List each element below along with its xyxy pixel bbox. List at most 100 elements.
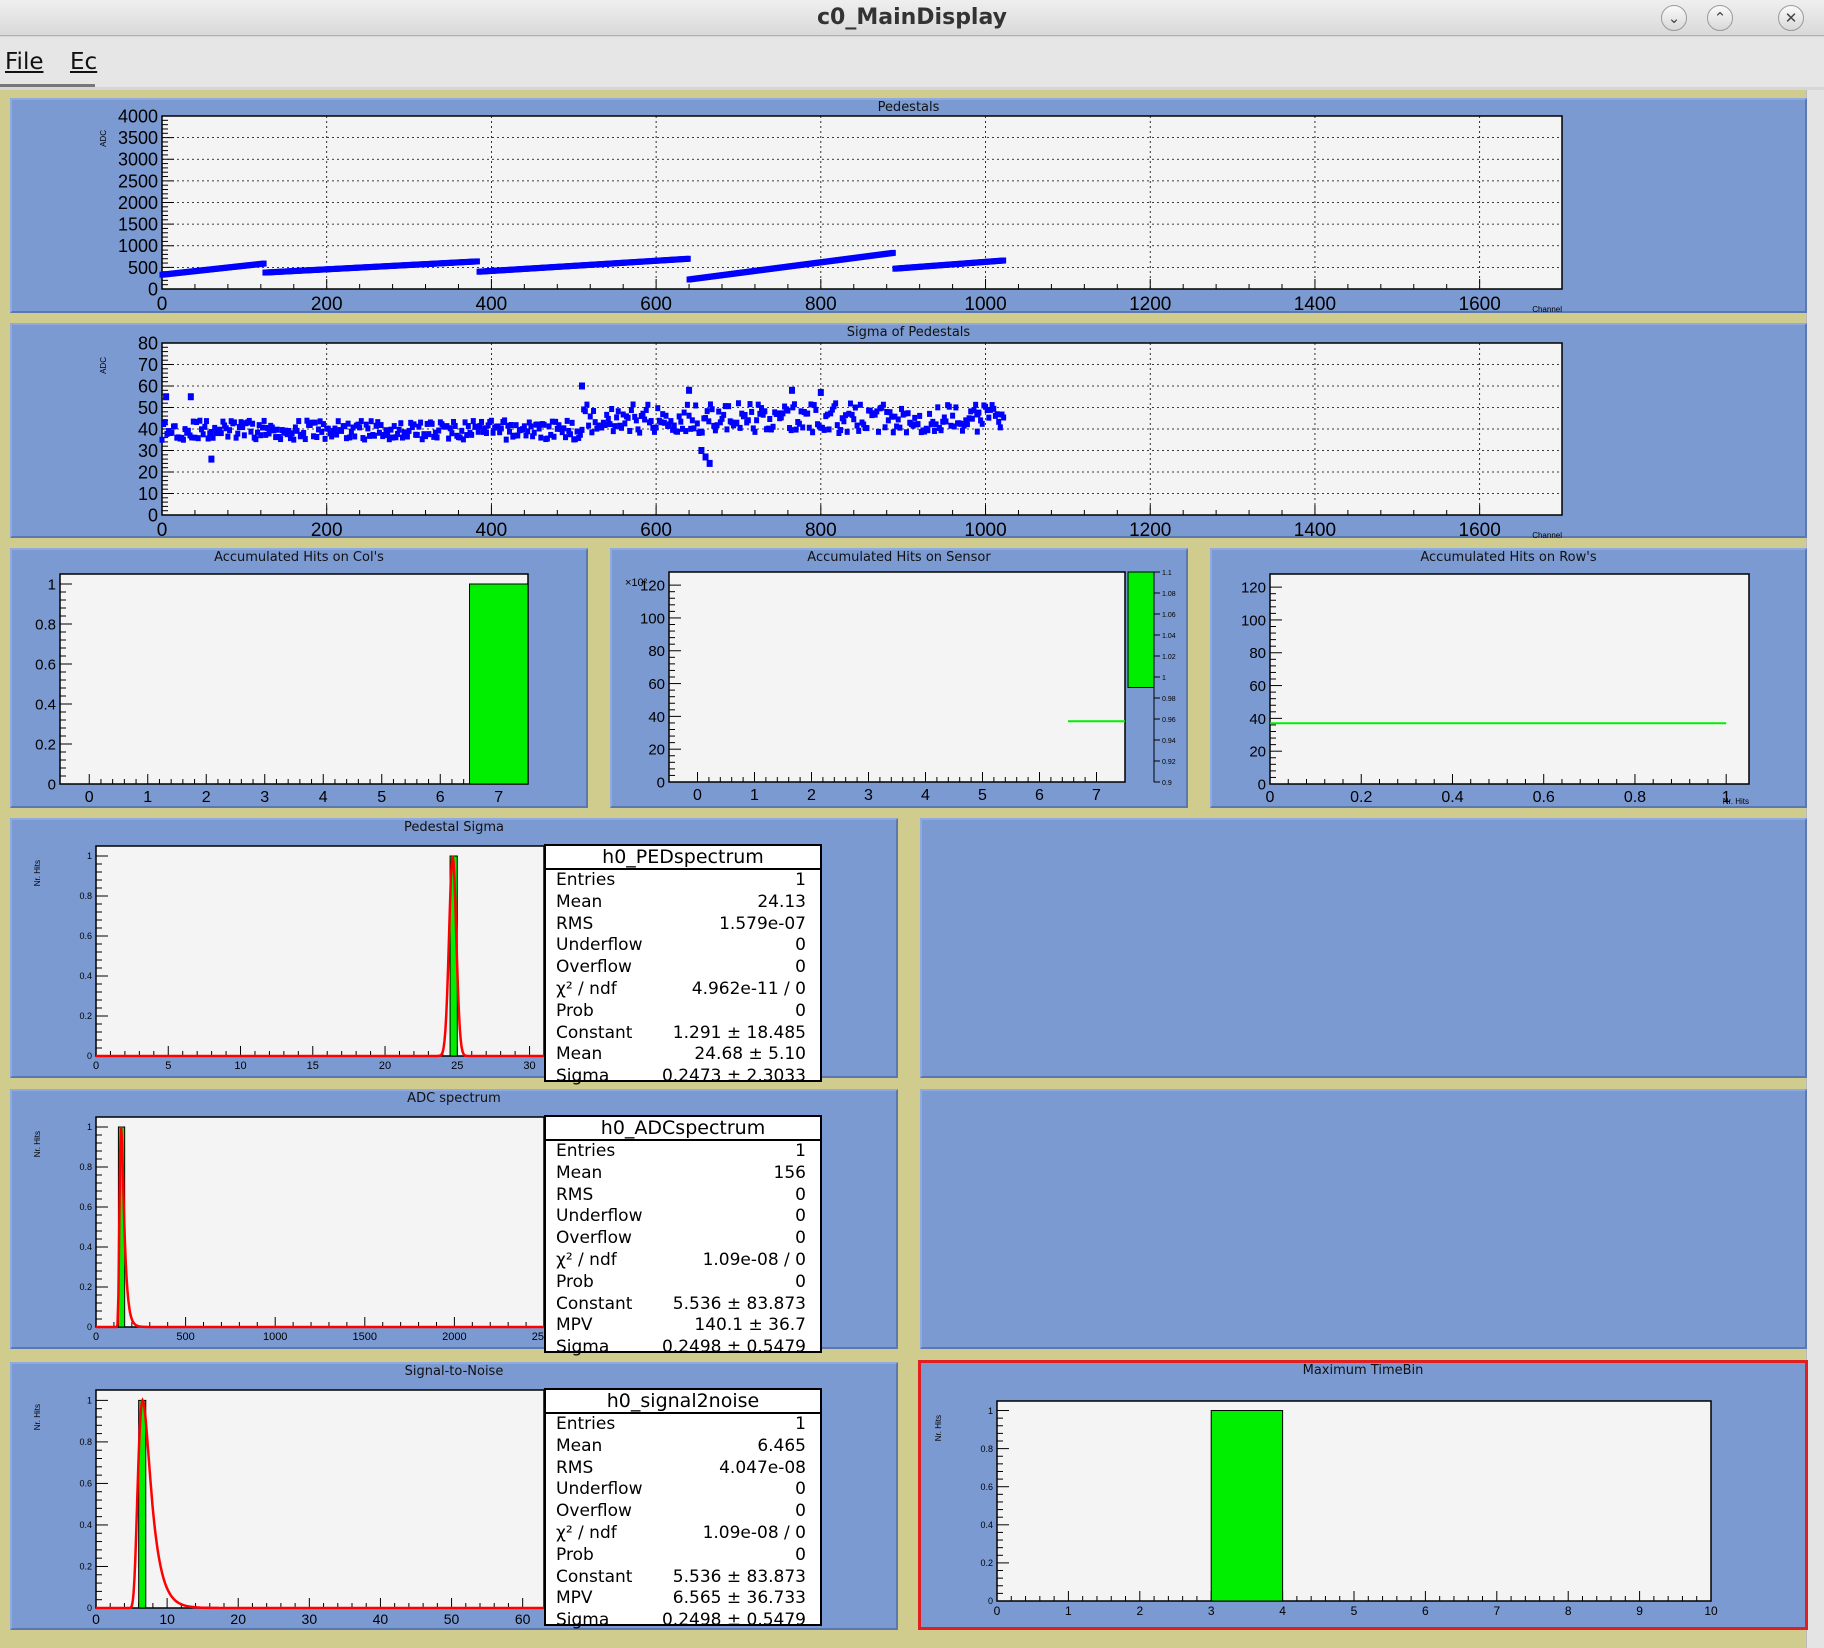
data-point xyxy=(564,417,570,424)
x-tick-label: 0 xyxy=(92,1611,100,1627)
stats-row: Constant 1.291 ± 18.485 xyxy=(546,1023,820,1045)
stats-value: 0 xyxy=(795,1184,806,1205)
data-point xyxy=(278,436,284,443)
data-point xyxy=(589,429,595,436)
data-point xyxy=(347,434,353,441)
data-point xyxy=(414,431,420,438)
stats-value: 0 xyxy=(795,1501,806,1522)
data-point xyxy=(368,418,374,425)
x-tick-label: 1500 xyxy=(353,1331,377,1343)
x-tick-label: 10 xyxy=(159,1611,175,1627)
data-point xyxy=(615,408,621,415)
chevron-up-icon[interactable]: ⌃ xyxy=(1707,5,1733,31)
y-tick-label: 30 xyxy=(138,441,158,461)
y-tick-label: 60 xyxy=(138,376,158,396)
y-tick-label: 1 xyxy=(48,576,56,593)
x-tick-label: 2 xyxy=(202,789,211,806)
data-point xyxy=(903,429,909,436)
stats-name: h0_ADCspectrum xyxy=(546,1117,820,1141)
pad-s2n[interactable]: Signal-to-Noise 0 10 20 30 40 50 60 0 0.2 0.4 0.6 0… xyxy=(10,1362,898,1630)
y-tick-label: 80 xyxy=(1249,645,1266,662)
y-tick-label: 0.2 xyxy=(980,1558,993,1568)
close-icon[interactable]: ✕ xyxy=(1778,5,1804,31)
y-tick-label: 0 xyxy=(87,1051,92,1061)
data-point xyxy=(205,435,211,442)
data-point xyxy=(986,414,992,421)
stats-value: 0 xyxy=(795,935,806,956)
pad-empty-1[interactable] xyxy=(920,818,1807,1078)
y-tick-label: 0 xyxy=(48,776,56,793)
chevron-down-icon[interactable]: ⌄ xyxy=(1661,5,1687,31)
stats-row: Overflow 0 xyxy=(546,1228,820,1250)
x-axis-label: Nr. Hits xyxy=(1723,797,1749,806)
data-point xyxy=(162,419,168,426)
y-axis-label: Nr. Hits xyxy=(33,1131,42,1157)
stats-value: 0 xyxy=(795,1000,806,1021)
y-axis-exponent: ×10² xyxy=(625,577,648,589)
data-point xyxy=(1001,257,1007,264)
stats-label: Entries xyxy=(556,1414,616,1434)
stats-row: Sigma 0.2473 ± 2.3033 xyxy=(546,1066,820,1088)
y-tick-label: 60 xyxy=(1249,678,1266,695)
menu-edit[interactable]: Ec xyxy=(70,49,97,75)
pad-ped-sigma[interactable]: Pedestal Sigma 0 5 10 15 20 25 30 0 0.2 0.4 0.6 0.8… xyxy=(10,818,898,1086)
data-point xyxy=(294,427,300,434)
data-point xyxy=(704,408,710,415)
stats-row: χ² / ndf 4.962e-11 / 0 xyxy=(546,979,820,1001)
pad-timebin[interactable]: Maximum TimeBin 0 1 2 3 4 5 6 7 8 9 10 0 0.2 0.4 0.6 0.… xyxy=(918,1360,1808,1630)
data-point xyxy=(950,412,956,419)
stats-row: RMS 4.047e-08 xyxy=(546,1458,820,1480)
y-tick-label: 20 xyxy=(1249,744,1266,761)
stats-label: Prob xyxy=(556,1271,594,1292)
y-tick-label: 40 xyxy=(648,709,665,726)
y-tick-label: 40 xyxy=(138,419,158,439)
data-point xyxy=(844,428,850,435)
data-point xyxy=(358,418,364,425)
y-tick-label: 1 xyxy=(87,851,92,861)
y-tick-label: 1 xyxy=(988,1406,993,1416)
data-point xyxy=(969,415,975,422)
pad-sensor[interactable]: Accumulated Hits on Sensor 0 1 2 3 4 5 6 7 0 20 40… xyxy=(610,548,1188,808)
menu-file[interactable]: File xyxy=(5,49,44,75)
data-point xyxy=(912,414,918,421)
y-tick-label: 1 xyxy=(87,1396,92,1406)
data-point xyxy=(882,424,888,431)
stats-row: Entries 1 xyxy=(546,1414,820,1436)
data-point xyxy=(474,258,480,265)
data-point xyxy=(643,406,649,413)
data-point xyxy=(852,404,858,411)
y-tick-label: 0.4 xyxy=(79,971,92,981)
y-axis-label: Nr. Hits xyxy=(934,1415,943,1441)
data-point xyxy=(289,430,295,437)
pad-pedestals[interactable]: Pedestals 0 200 400 600 800 1000 1200 1400 1600 0… xyxy=(10,98,1807,315)
x-tick-label: 9 xyxy=(1636,1604,1643,1618)
y-tick-label: 0 xyxy=(87,1322,92,1332)
data-point xyxy=(897,424,903,431)
z-tick-label: 1.06 xyxy=(1162,612,1176,619)
pad-sigma[interactable]: Sigma of Pedestals 0 200 400 600 800 1000 1200… xyxy=(10,323,1807,540)
data-point xyxy=(702,453,709,461)
data-point xyxy=(833,400,839,407)
menubar: File Ec xyxy=(0,37,1824,87)
cols-plot: 0123456700.20.40.60.81Nr. Hits xyxy=(35,573,529,806)
x-tick-label: 10 xyxy=(1704,1604,1718,1618)
y-tick-label: 0.6 xyxy=(35,656,56,673)
stats-label: RMS xyxy=(556,1457,594,1478)
x-tick-label: 50 xyxy=(444,1611,460,1627)
x-tick-label: 200 xyxy=(311,520,343,540)
data-point xyxy=(805,410,811,417)
x-tick-label: 5 xyxy=(377,789,386,806)
data-point xyxy=(208,455,215,463)
pad-empty-2[interactable] xyxy=(920,1089,1807,1349)
stats-row: χ² / ndf 1.09e-08 / 0 xyxy=(546,1523,820,1545)
stats-value: 140.1 ± 36.7 xyxy=(694,1315,806,1336)
data-point xyxy=(655,405,661,412)
x-tick-label: 1400 xyxy=(1294,520,1336,540)
pad-adc[interactable]: ADC spectrum 0500100015002000250000.20.4… xyxy=(10,1089,898,1357)
data-point xyxy=(737,424,743,431)
pad-cols[interactable]: Accumulated Hits on Col's 0 1 2 3 4 5 6 7 0 0.2 0.… xyxy=(10,548,588,808)
stats-label: Overflow xyxy=(556,1501,632,1522)
pad-rows[interactable]: Accumulated Hits on Row's 0 0.2 0.4 0.6 0.8 1… xyxy=(1210,548,1807,808)
vertical-scrollbar[interactable] xyxy=(1806,90,1824,1648)
data-point xyxy=(838,427,844,434)
